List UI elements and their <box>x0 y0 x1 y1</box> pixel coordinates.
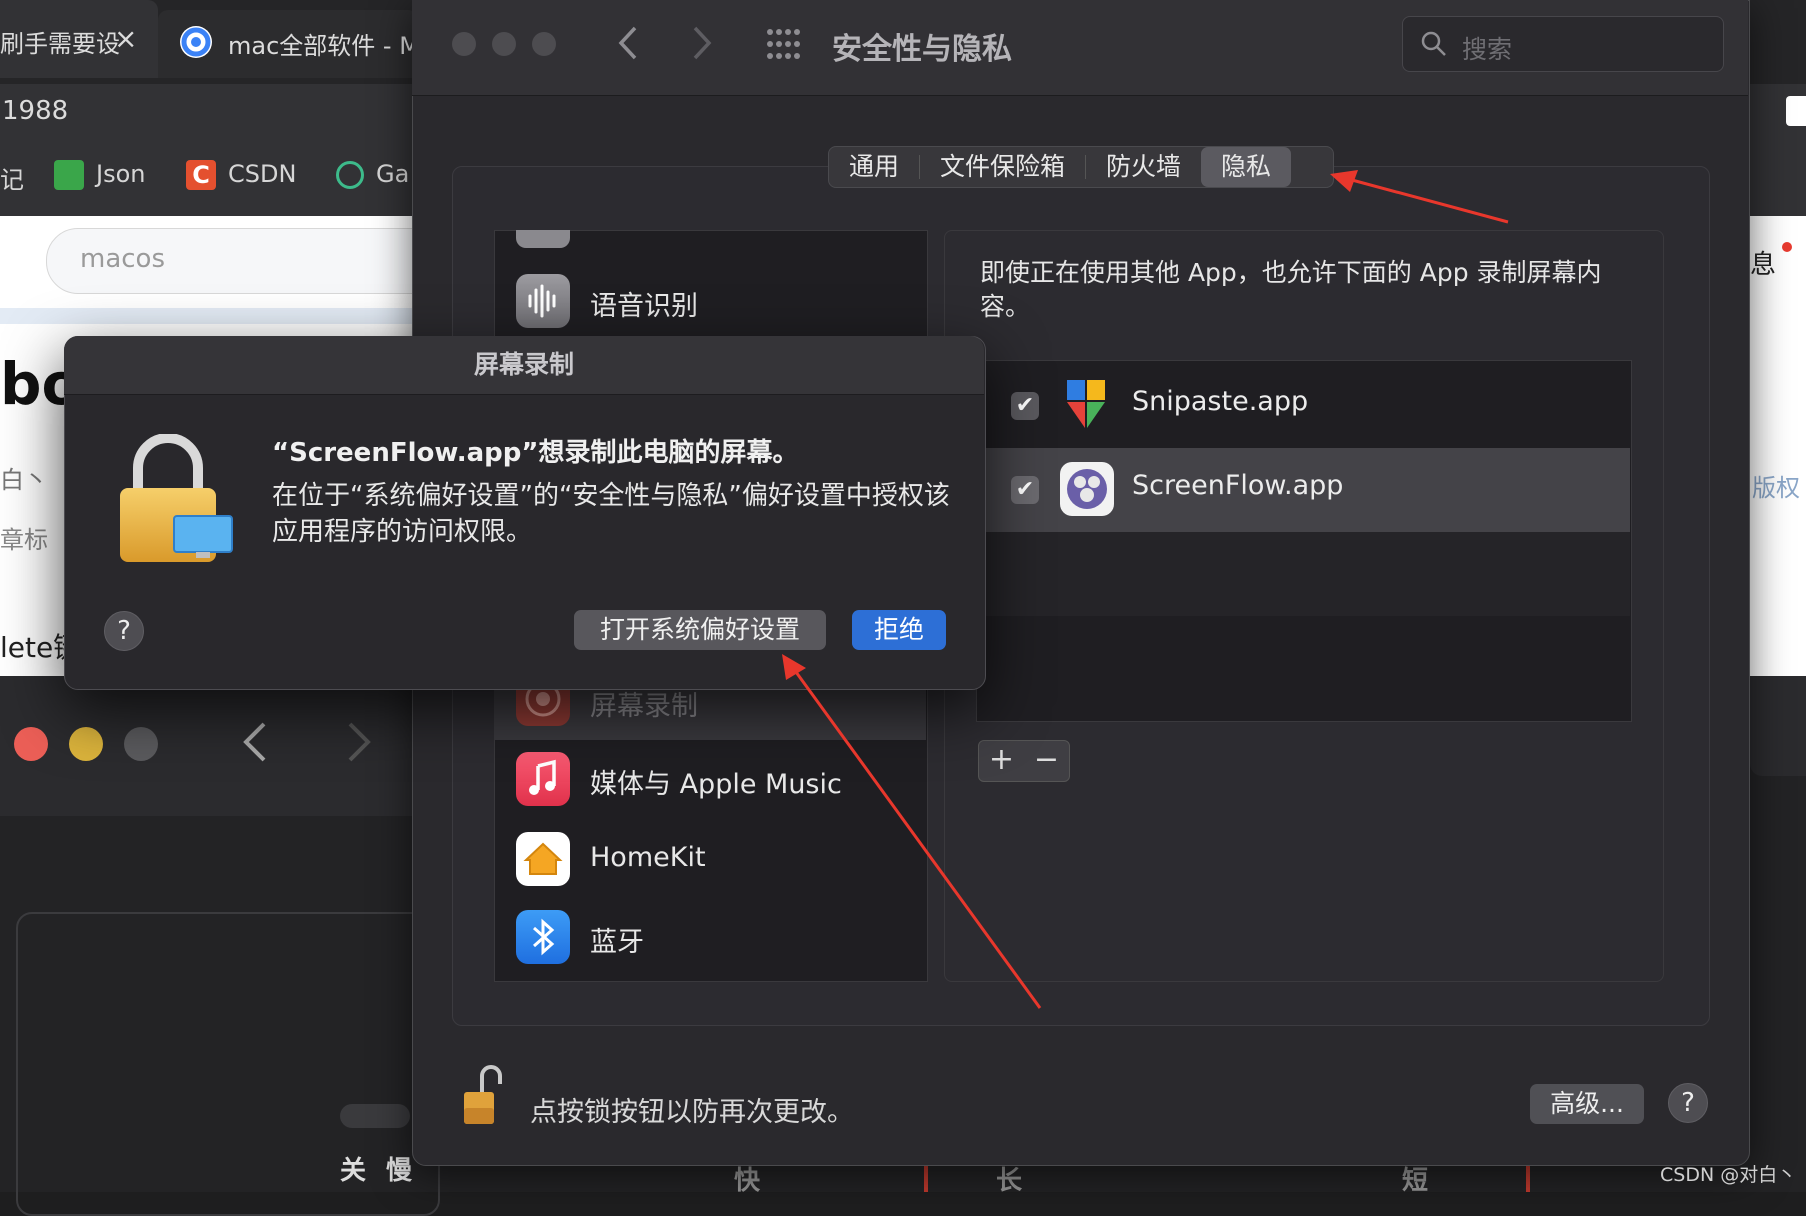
annotation-arrow-open-button <box>794 671 1042 1009</box>
watermark: CSDN @对白丶 <box>1660 1164 1797 1186</box>
annotation-arrows <box>782 170 1509 1009</box>
arrowhead-icon <box>1330 170 1358 192</box>
annotation-arrow-privacy-tab <box>1351 178 1509 224</box>
arrowhead-icon <box>782 654 806 680</box>
